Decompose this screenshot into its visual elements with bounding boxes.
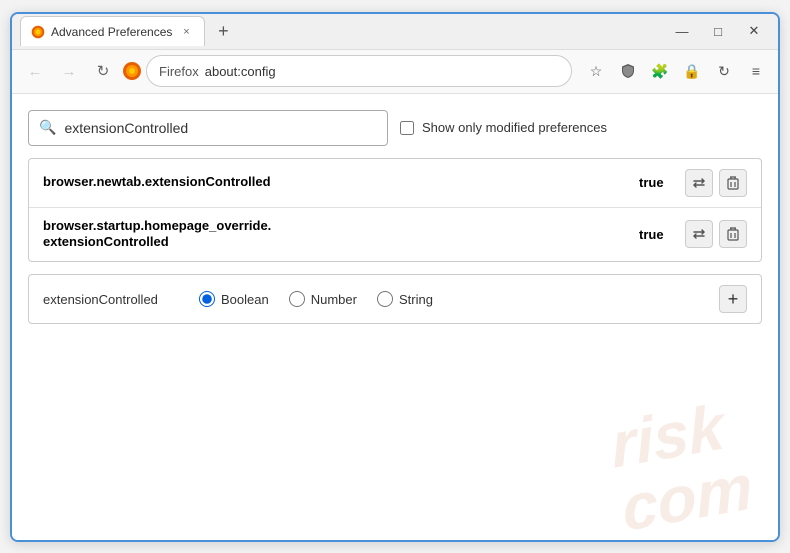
sync-button[interactable]: ↻ xyxy=(710,57,738,85)
show-modified-label: Show only modified preferences xyxy=(422,120,607,135)
tab-title: Advanced Preferences xyxy=(51,25,172,39)
table-row: browser.newtab.extensionControlled true xyxy=(29,159,761,208)
firefox-icon xyxy=(122,61,142,81)
number-radio-item[interactable]: Number xyxy=(289,291,357,307)
string-radio[interactable] xyxy=(377,291,393,307)
type-radio-group: Boolean Number String xyxy=(199,291,433,307)
close-button[interactable]: ✕ xyxy=(738,17,770,45)
pref-name-1: browser.newtab.extensionControlled xyxy=(43,174,631,191)
tab-close-button[interactable]: × xyxy=(178,24,194,40)
site-name: Firefox xyxy=(159,64,199,79)
show-modified-checkbox[interactable] xyxy=(400,121,414,135)
row-actions-1 xyxy=(685,169,747,197)
toolbar-icons: ☆ 🧩 🔒 ↻ ≡ xyxy=(582,57,770,85)
trash-icon xyxy=(727,227,739,241)
add-preference-button[interactable]: + xyxy=(719,285,747,313)
delete-button-2[interactable] xyxy=(719,220,747,248)
boolean-label: Boolean xyxy=(221,292,269,307)
search-row: 🔍 Show only modified preferences xyxy=(28,110,762,146)
new-preference-row: extensionControlled Boolean Number Strin… xyxy=(28,274,762,324)
number-radio[interactable] xyxy=(289,291,305,307)
url-display: about:config xyxy=(205,64,276,79)
toggle-icon xyxy=(692,228,706,240)
title-bar: Advanced Preferences × + — □ ✕ xyxy=(12,14,778,50)
results-table: browser.newtab.extensionControlled true xyxy=(28,158,762,263)
tab-favicon xyxy=(31,25,45,39)
lock-button[interactable]: 🔒 xyxy=(678,57,706,85)
pref-value-1: true xyxy=(639,175,669,190)
browser-tab[interactable]: Advanced Preferences × xyxy=(20,16,205,46)
address-bar[interactable]: Firefox about:config xyxy=(146,55,572,87)
minimize-button[interactable]: — xyxy=(666,17,698,45)
watermark: risk com xyxy=(606,391,758,539)
bookmark-button[interactable]: ☆ xyxy=(582,57,610,85)
boolean-radio[interactable] xyxy=(199,291,215,307)
toggle-button-1[interactable] xyxy=(685,169,713,197)
toggle-icon xyxy=(692,177,706,189)
content-area: risk com 🔍 Show only modified preference… xyxy=(12,94,778,540)
extension-button[interactable]: 🧩 xyxy=(646,57,674,85)
maximize-button[interactable]: □ xyxy=(702,17,734,45)
new-pref-name: extensionControlled xyxy=(43,292,183,307)
pref-name-2: browser.startup.homepage_override. exten… xyxy=(43,218,631,252)
table-row: browser.startup.homepage_override. exten… xyxy=(29,208,761,262)
back-button[interactable]: ← xyxy=(20,56,50,86)
shield-icon xyxy=(620,63,636,79)
window-controls: — □ ✕ xyxy=(666,17,770,45)
new-tab-button[interactable]: + xyxy=(209,17,237,45)
boolean-radio-item[interactable]: Boolean xyxy=(199,291,269,307)
string-label: String xyxy=(399,292,433,307)
search-box[interactable]: 🔍 xyxy=(28,110,388,146)
forward-button[interactable]: → xyxy=(54,56,84,86)
search-input[interactable] xyxy=(64,120,377,136)
delete-button-1[interactable] xyxy=(719,169,747,197)
refresh-button[interactable]: ↻ xyxy=(88,56,118,86)
menu-button[interactable]: ≡ xyxy=(742,57,770,85)
string-radio-item[interactable]: String xyxy=(377,291,433,307)
number-label: Number xyxy=(311,292,357,307)
toolbar: ← → ↻ Firefox about:config ☆ 🧩 🔒 ↻ ≡ xyxy=(12,50,778,94)
shield-button[interactable] xyxy=(614,57,642,85)
search-icon: 🔍 xyxy=(39,119,56,136)
show-modified-row: Show only modified preferences xyxy=(400,120,607,135)
browser-window: Advanced Preferences × + — □ ✕ ← → ↻ Fir… xyxy=(10,12,780,542)
trash-icon xyxy=(727,176,739,190)
pref-value-2: true xyxy=(639,227,669,242)
toggle-button-2[interactable] xyxy=(685,220,713,248)
row-actions-2 xyxy=(685,220,747,248)
